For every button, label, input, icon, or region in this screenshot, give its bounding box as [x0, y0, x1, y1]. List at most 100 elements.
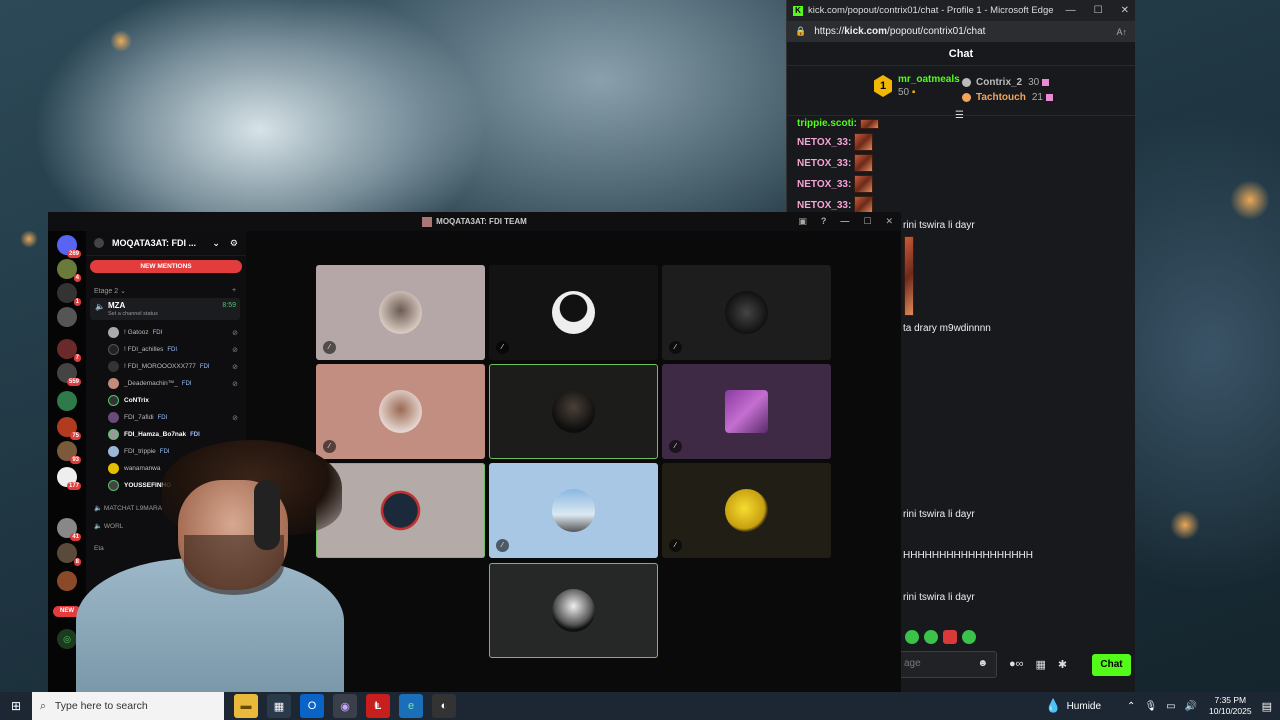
- close-icon[interactable]: ✕: [1121, 5, 1129, 16]
- close-icon[interactable]: ✕: [885, 212, 893, 231]
- taskbar-apps: ▬ ▦ O ◉ Ⱡ e ◐: [234, 694, 456, 718]
- maximize-icon[interactable]: ☐: [863, 212, 871, 231]
- maximize-icon[interactable]: ☐: [1094, 5, 1103, 16]
- minimize-icon[interactable]: —: [840, 212, 849, 231]
- server-icon[interactable]: 75: [57, 417, 81, 440]
- leaderboard-name: mr_oatmeals: [898, 74, 960, 85]
- send-chat-button[interactable]: Chat: [1092, 654, 1131, 676]
- network-icon[interactable]: ▭: [1166, 701, 1175, 712]
- points-icon[interactable]: ●∞: [1009, 658, 1024, 671]
- leaderboard-first[interactable]: 1 mr_oatmeals 50 ▪: [874, 74, 960, 98]
- notifications-icon[interactable]: ▤: [1262, 700, 1272, 713]
- participant-tile[interactable]: [489, 364, 658, 459]
- voice-member[interactable]: _Deademachin™_ FDI ⊘: [108, 378, 238, 389]
- chat-message-text: ta drary m9wdinnnn: [903, 323, 991, 334]
- emote-icon[interactable]: [943, 630, 957, 644]
- server-icon[interactable]: [57, 391, 77, 411]
- new-mentions-button[interactable]: NEW MENTIONS: [90, 260, 242, 273]
- emote-image: [854, 154, 874, 172]
- voice-member[interactable]: CoNTrix: [108, 395, 238, 406]
- windows-start-icon[interactable]: ⊞: [0, 699, 32, 713]
- avatar: [552, 589, 595, 632]
- minimize-icon[interactable]: —: [1066, 5, 1076, 16]
- participant-tile[interactable]: [489, 563, 658, 658]
- app-icon[interactable]: Ⱡ: [366, 694, 390, 718]
- participant-tile[interactable]: ⁄: [316, 265, 485, 360]
- window-title: MOQATA3AT: FDI TEAM: [436, 217, 527, 226]
- server-icon[interactable]: 4: [57, 259, 81, 282]
- url-text[interactable]: https://kick.com/popout/contrix01/chat: [814, 26, 1116, 37]
- channel-status[interactable]: Set a channel status: [108, 311, 158, 317]
- chat-username[interactable]: NETOX_33:: [797, 179, 851, 190]
- store-icon[interactable]: ▦: [1036, 658, 1046, 671]
- chat-message: trippie.scoti:: [797, 118, 880, 129]
- volume-icon[interactable]: 🔊: [1185, 701, 1197, 712]
- address-bar[interactable]: 🔒 https://kick.com/popout/contrix01/chat…: [787, 21, 1135, 42]
- emote-icon[interactable]: [905, 630, 919, 644]
- settings-icon[interactable]: ✱: [1058, 658, 1067, 671]
- voice-member[interactable]: ! FDI_MOROOOXXX777 FDI ⊘: [108, 361, 238, 372]
- read-aloud-icon[interactable]: A↑: [1116, 27, 1127, 37]
- participant-tile[interactable]: ⁄: [662, 265, 831, 360]
- lock-icon[interactable]: 🔒: [795, 26, 806, 37]
- leaderboard-row[interactable]: Tachtouch 21: [962, 90, 1053, 105]
- voice-channel-name: MZA: [108, 301, 126, 310]
- gem-icon: [1045, 94, 1053, 101]
- voice-channel-active[interactable]: 🔈 MZA Set a channel status 8:59: [90, 298, 240, 320]
- server-icon[interactable]: 1: [57, 283, 81, 306]
- chat-tools: ●∞ ▦ ✱: [1009, 658, 1067, 671]
- file-explorer-icon[interactable]: ▬: [234, 694, 258, 718]
- chat-message: NETOX_33:: [797, 133, 874, 151]
- emote-icon[interactable]: [962, 630, 976, 644]
- taskbar-search[interactable]: ⌕ Type here to search: [32, 692, 224, 720]
- chat-username[interactable]: NETOX_33:: [797, 200, 851, 211]
- inbox-icon[interactable]: ▣: [798, 212, 807, 231]
- leaderboard-name: Tachtouch: [976, 92, 1026, 103]
- chat-username[interactable]: trippie.scoti:: [797, 118, 857, 129]
- clock-date: 10/10/2025: [1209, 706, 1252, 716]
- rank-icon: [962, 78, 971, 87]
- bokeh-light: [1170, 510, 1200, 540]
- deafen-icon: ⊘: [232, 346, 238, 354]
- voice-member[interactable]: ! Gatooz FDI ⊘: [108, 327, 238, 338]
- clock[interactable]: 7:35 PM 10/10/2025: [1209, 695, 1252, 717]
- outlook-icon[interactable]: O: [300, 694, 324, 718]
- weather-text: Humide: [1066, 700, 1102, 712]
- voice-member[interactable]: FDI_7afidi FDI ⊘: [108, 412, 238, 423]
- add-channel-icon[interactable]: +: [232, 287, 236, 294]
- voice-member[interactable]: ! FDI_achilles FDI ⊘: [108, 344, 238, 355]
- chat-username[interactable]: NETOX_33:: [797, 158, 851, 169]
- help-icon[interactable]: ?: [821, 212, 827, 231]
- emoji-icon[interactable]: ☻: [977, 658, 988, 669]
- obs-icon[interactable]: ◐: [432, 694, 456, 718]
- server-header[interactable]: MOQATA3AT: FDI ... ⌄ ⚙: [86, 231, 246, 256]
- server-icon[interactable]: 559: [57, 363, 81, 386]
- participant-tile[interactable]: ⁄: [662, 463, 831, 558]
- leaderboard-row[interactable]: Contrix_2 30: [962, 75, 1053, 90]
- chevron-up-icon[interactable]: ⌃: [1127, 701, 1135, 712]
- edge-icon[interactable]: e: [399, 694, 423, 718]
- chat-input[interactable]: age ☻: [897, 651, 997, 678]
- muted-mic-icon: ⁄: [669, 539, 682, 552]
- server-icon[interactable]: [57, 307, 77, 327]
- server-icon[interactable]: 7: [57, 339, 81, 362]
- microsoft-store-icon[interactable]: ▦: [267, 694, 291, 718]
- participant-tile[interactable]: ⁄: [662, 364, 831, 459]
- voice-member[interactable]: FDI_Hamza_Bo7nak FDI: [108, 429, 238, 440]
- microphone-icon[interactable]: 🎙: [1144, 701, 1157, 712]
- participant-tile[interactable]: ⁄: [489, 463, 658, 558]
- window-title: kick.com/popout/contrix01/chat - Profile…: [808, 5, 1054, 16]
- weather-widget[interactable]: 💧 Humide: [1045, 698, 1101, 714]
- emote-icon[interactable]: [924, 630, 938, 644]
- invite-icon[interactable]: ⚙: [230, 238, 238, 249]
- badge-count: 4: [73, 274, 81, 282]
- participant-tile[interactable]: ⁄: [489, 265, 658, 360]
- channel-category[interactable]: Etage 2 ⌄: [94, 287, 126, 295]
- chevron-down-icon[interactable]: ⌄: [212, 238, 220, 249]
- emote-image: [904, 236, 914, 316]
- chat-username[interactable]: NETOX_33:: [797, 137, 851, 148]
- discord-icon[interactable]: ◉: [333, 694, 357, 718]
- direct-messages-icon[interactable]: 269: [57, 235, 81, 258]
- chat-message-text: rini tswira li dayr: [903, 592, 975, 603]
- system-tray: ⌃ 🎙 ▭ 🔊: [1127, 701, 1197, 712]
